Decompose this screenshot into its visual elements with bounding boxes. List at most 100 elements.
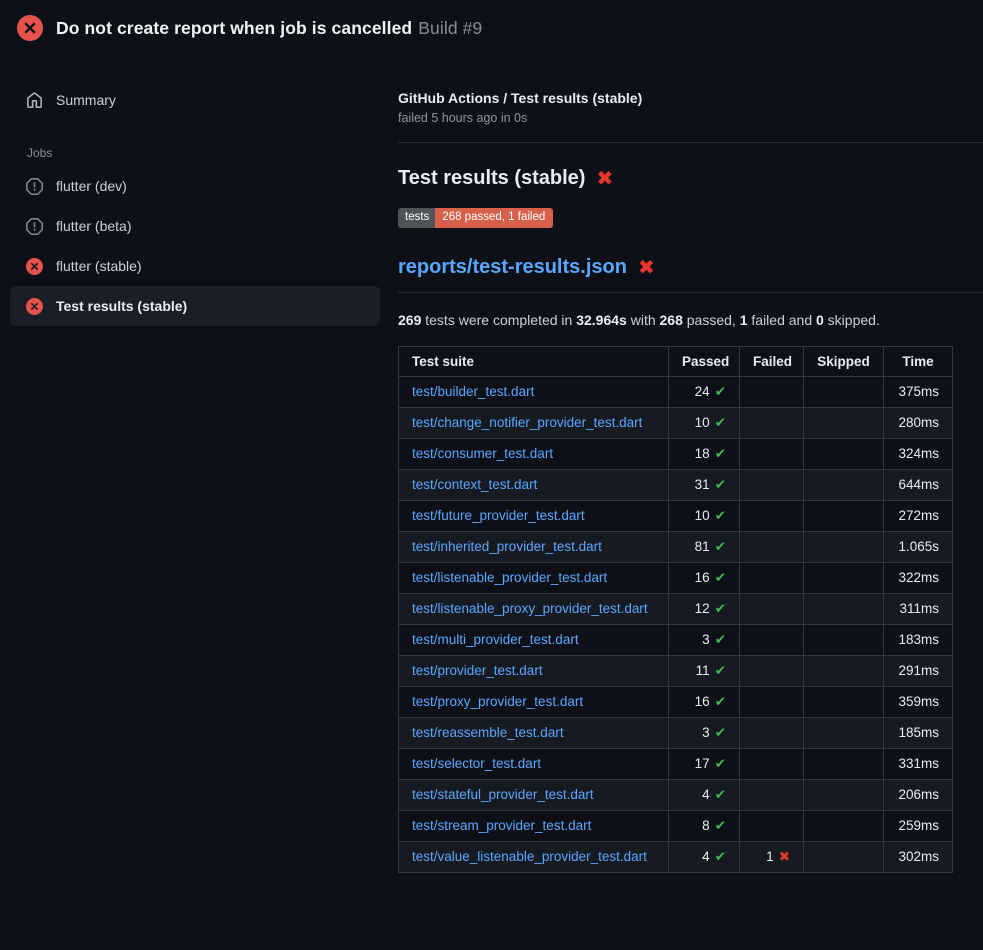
time-cell: 311ms bbox=[884, 593, 953, 624]
passed-cell: 3✔ bbox=[669, 624, 740, 655]
skipped-cell bbox=[804, 593, 884, 624]
check-icon: ✔ bbox=[715, 787, 726, 802]
test-suite-link[interactable]: test/future_provider_test.dart bbox=[412, 508, 585, 523]
skipped-cell bbox=[804, 376, 884, 407]
check-icon: ✔ bbox=[715, 477, 726, 492]
time-cell: 183ms bbox=[884, 624, 953, 655]
sidebar-job-label: flutter (beta) bbox=[56, 218, 131, 234]
check-run-title: Test results (stable) ✖ bbox=[398, 166, 983, 191]
passed-cell: 4✔ bbox=[669, 779, 740, 810]
home-icon bbox=[26, 92, 43, 109]
test-suite-link[interactable]: test/inherited_provider_test.dart bbox=[412, 539, 602, 554]
time-cell: 280ms bbox=[884, 407, 953, 438]
skipped-cell bbox=[804, 748, 884, 779]
test-suite-link[interactable]: test/provider_test.dart bbox=[412, 663, 543, 678]
results-table-body: test/builder_test.dart24✔375mstest/chang… bbox=[399, 376, 953, 872]
skipped-cell bbox=[804, 810, 884, 841]
test-results-table: Test suite Passed Failed Skipped Time te… bbox=[398, 346, 953, 873]
test-suite-cell: test/provider_test.dart bbox=[399, 655, 669, 686]
failed-status-icon bbox=[17, 15, 43, 41]
run-meta: failed 5 hours ago in 0s bbox=[398, 111, 983, 125]
passed-cell: 24✔ bbox=[669, 376, 740, 407]
failed-cell bbox=[740, 469, 804, 500]
skipped-cell bbox=[804, 655, 884, 686]
table-row: test/stream_provider_test.dart8✔259ms bbox=[399, 810, 953, 841]
skipped-cell bbox=[804, 686, 884, 717]
time-cell: 322ms bbox=[884, 562, 953, 593]
time-cell: 185ms bbox=[884, 717, 953, 748]
failed-status-icon bbox=[26, 298, 43, 315]
table-row: test/change_notifier_provider_test.dart1… bbox=[399, 407, 953, 438]
failed-cell bbox=[740, 562, 804, 593]
failed-cell bbox=[740, 748, 804, 779]
failed-cell bbox=[740, 531, 804, 562]
test-suite-link[interactable]: test/listenable_provider_test.dart bbox=[412, 570, 607, 585]
badge-label: tests bbox=[398, 208, 435, 228]
check-icon: ✔ bbox=[715, 446, 726, 461]
test-suite-link[interactable]: test/stateful_provider_test.dart bbox=[412, 787, 594, 802]
check-icon: ✔ bbox=[715, 694, 726, 709]
test-suite-link[interactable]: test/builder_test.dart bbox=[412, 384, 534, 399]
time-cell: 272ms bbox=[884, 500, 953, 531]
check-icon: ✔ bbox=[715, 849, 726, 864]
badge-value: 268 passed, 1 failed bbox=[435, 208, 553, 228]
test-suite-cell: test/listenable_provider_test.dart bbox=[399, 562, 669, 593]
test-suite-cell: test/listenable_proxy_provider_test.dart bbox=[399, 593, 669, 624]
test-suite-link[interactable]: test/consumer_test.dart bbox=[412, 446, 553, 461]
sidebar: Summary Jobs flutter (dev) flutter (beta… bbox=[0, 54, 390, 326]
failed-x-icon: ✖ bbox=[638, 255, 655, 280]
skipped-cell bbox=[804, 624, 884, 655]
sidebar-item-summary[interactable]: Summary bbox=[10, 80, 380, 120]
breadcrumb: GitHub Actions / Test results (stable) bbox=[398, 90, 983, 106]
test-suite-cell: test/consumer_test.dart bbox=[399, 438, 669, 469]
time-cell: 331ms bbox=[884, 748, 953, 779]
report-file-link[interactable]: reports/test-results.json bbox=[398, 256, 627, 279]
sidebar-job-label: Test results (stable) bbox=[56, 298, 187, 314]
test-suite-link[interactable]: test/proxy_provider_test.dart bbox=[412, 694, 583, 709]
tests-badge: tests 268 passed, 1 failed bbox=[398, 208, 553, 228]
sidebar-item-flutter-dev[interactable]: flutter (dev) bbox=[10, 166, 380, 206]
check-icon: ✔ bbox=[715, 570, 726, 585]
passed-cell: 4✔ bbox=[669, 841, 740, 872]
table-row: test/value_listenable_provider_test.dart… bbox=[399, 841, 953, 872]
sidebar-item-flutter-beta[interactable]: flutter (beta) bbox=[10, 206, 380, 246]
test-suite-cell: test/proxy_provider_test.dart bbox=[399, 686, 669, 717]
time-cell: 359ms bbox=[884, 686, 953, 717]
passed-cell: 16✔ bbox=[669, 562, 740, 593]
test-suite-link[interactable]: test/selector_test.dart bbox=[412, 756, 541, 771]
report-file-heading: reports/test-results.json ✖ bbox=[398, 255, 983, 293]
column-header-time: Time bbox=[884, 346, 953, 376]
failed-cell bbox=[740, 717, 804, 748]
sidebar-item-flutter-stable[interactable]: flutter (stable) bbox=[10, 246, 380, 286]
test-suite-cell: test/stream_provider_test.dart bbox=[399, 810, 669, 841]
check-icon: ✔ bbox=[715, 384, 726, 399]
test-suite-cell: test/inherited_provider_test.dart bbox=[399, 531, 669, 562]
failed-status-icon bbox=[26, 258, 43, 275]
skipped-cell bbox=[804, 469, 884, 500]
column-header-skipped: Skipped bbox=[804, 346, 884, 376]
skipped-cell bbox=[804, 562, 884, 593]
test-suite-link[interactable]: test/multi_provider_test.dart bbox=[412, 632, 579, 647]
passed-cell: 12✔ bbox=[669, 593, 740, 624]
test-suite-link[interactable]: test/context_test.dart bbox=[412, 477, 537, 492]
check-icon: ✔ bbox=[715, 663, 726, 678]
table-row: test/future_provider_test.dart10✔272ms bbox=[399, 500, 953, 531]
test-suite-link[interactable]: test/value_listenable_provider_test.dart bbox=[412, 849, 647, 864]
test-suite-link[interactable]: test/listenable_proxy_provider_test.dart bbox=[412, 601, 648, 616]
test-suite-cell: test/multi_provider_test.dart bbox=[399, 624, 669, 655]
skipped-cell bbox=[804, 531, 884, 562]
table-row: test/listenable_provider_test.dart 16✔ 322… bbox=[399, 562, 953, 593]
test-suite-link[interactable]: test/reassemble_test.dart bbox=[412, 725, 564, 740]
check-icon: ✔ bbox=[715, 508, 726, 523]
jobs-section-label: Jobs bbox=[0, 120, 390, 166]
cancelled-status-icon bbox=[26, 218, 43, 235]
failed-cell bbox=[740, 438, 804, 469]
failed-cell bbox=[740, 810, 804, 841]
column-header-test-suite: Test suite bbox=[399, 346, 669, 376]
test-suite-link[interactable]: test/stream_provider_test.dart bbox=[412, 818, 591, 833]
sidebar-item-test-results-stable[interactable]: Test results (stable) bbox=[10, 286, 380, 326]
test-suite-cell: test/builder_test.dart bbox=[399, 376, 669, 407]
test-suite-link[interactable]: test/change_notifier_provider_test.dart bbox=[412, 415, 642, 430]
test-suite-cell: test/selector_test.dart bbox=[399, 748, 669, 779]
table-row: test/multi_provider_test.dart 3✔ 183ms bbox=[399, 624, 953, 655]
